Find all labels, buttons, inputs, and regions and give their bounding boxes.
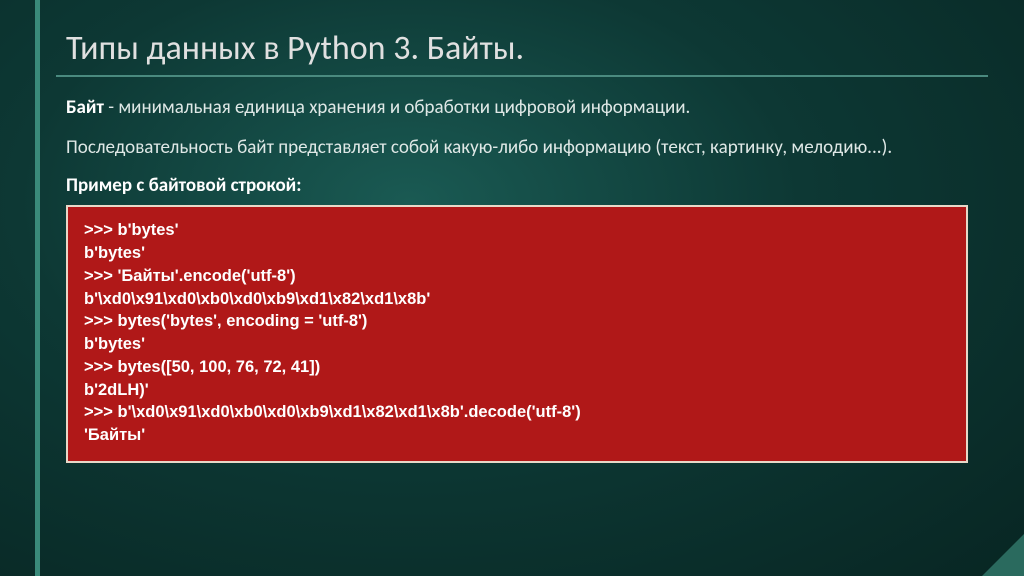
title-underline xyxy=(56,75,988,77)
left-accent-bar xyxy=(35,0,40,576)
slide-body: Типы данных в Python 3. Байты. Байт - ми… xyxy=(0,0,1024,463)
paragraph-byte-sequence: Последовательность байт представляет соб… xyxy=(66,135,968,161)
term-byte-rest: - минимальная единица хранения и обработ… xyxy=(104,96,690,119)
slide-title: Типы данных в Python 3. Байты. xyxy=(66,28,968,69)
example-label: Пример с байтовой строкой: xyxy=(66,174,968,197)
corner-decoration xyxy=(982,534,1024,576)
code-block: >>> b'bytes' b'bytes' >>> 'Байты'.encode… xyxy=(66,205,968,463)
term-byte: Байт xyxy=(66,96,104,119)
paragraph-byte-definition: Байт - минимальная единица хранения и об… xyxy=(66,95,968,121)
